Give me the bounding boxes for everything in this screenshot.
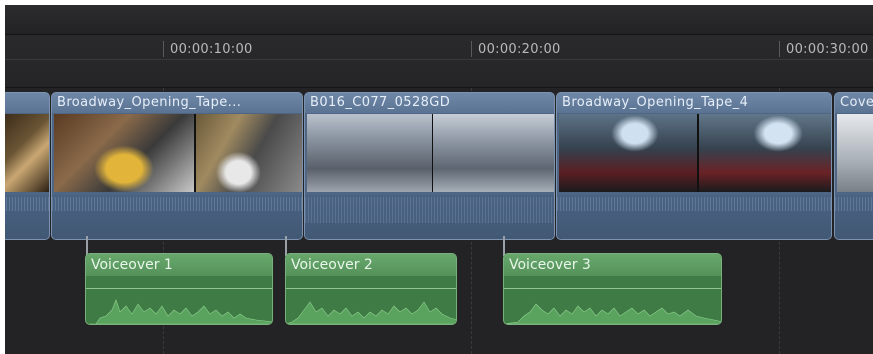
clip-thumbnail [5, 114, 49, 192]
clip-audio [835, 195, 873, 239]
timeline-window: 00:00:10:00 00:00:20:00 00:00:30:00 Broa… [5, 5, 873, 354]
ruler-tick [471, 41, 472, 57]
video-clip[interactable]: Cove [834, 92, 873, 240]
clip-filmstrip [559, 114, 831, 192]
clip-thumbnail [699, 114, 831, 192]
voiceover-title: Voiceover 2 [286, 254, 456, 276]
voiceover-clip[interactable]: Voiceover 1 [85, 253, 273, 325]
timecode-ruler[interactable]: 00:00:10:00 00:00:20:00 00:00:30:00 [5, 35, 873, 88]
clip-audio [305, 195, 554, 239]
clip-thumbnail [54, 114, 194, 192]
voiceover-title: Voiceover 1 [86, 254, 272, 276]
audio-waveform [86, 299, 272, 324]
clip-thumbnail [307, 114, 432, 192]
clip-filmstrip [307, 114, 554, 192]
ruler-line [5, 59, 873, 60]
video-clip[interactable]: Broadway_Opening_Tape_4 [556, 92, 832, 240]
video-clip[interactable]: Broadway_Opening_Tape... [51, 92, 303, 240]
clip-thumbnail [433, 114, 554, 192]
audio-waveform [504, 303, 721, 324]
clip-title: Broadway_Opening_Tape_4 [557, 93, 831, 113]
clip-title: Cove [835, 93, 873, 113]
ruler-tick [779, 41, 780, 57]
ruler-label-10s: 00:00:10:00 [170, 42, 253, 57]
timeline-toolbar [5, 5, 873, 35]
clip-thumbnail [559, 114, 697, 192]
clip-thumbnail [837, 114, 873, 192]
clip-title: Broadway_Opening_Tape... [52, 93, 302, 113]
clip-filmstrip [5, 114, 49, 192]
clip-thumbnail [196, 114, 302, 192]
audio-waveform [286, 301, 456, 324]
clip-audio [557, 195, 831, 239]
clip-title: B016_C077_0528GD [305, 93, 554, 113]
voiceover-clip[interactable]: Voiceover 3 [503, 253, 722, 325]
clip-audio [5, 195, 49, 239]
voiceover-clip[interactable]: Voiceover 2 [285, 253, 457, 325]
ruler-tick [163, 41, 164, 57]
timeline-area[interactable]: Broadway_Opening_Tape... B016_C077_0528G… [5, 88, 873, 354]
video-clip[interactable]: B016_C077_0528GD [304, 92, 555, 240]
ruler-label-30s: 00:00:30:00 [786, 42, 869, 57]
clip-title [5, 93, 49, 113]
ruler-label-20s: 00:00:20:00 [478, 42, 561, 57]
clip-filmstrip [837, 114, 873, 192]
voiceover-title: Voiceover 3 [504, 254, 721, 276]
video-clip[interactable] [5, 92, 50, 240]
clip-filmstrip [54, 114, 302, 192]
clip-audio [52, 195, 302, 239]
